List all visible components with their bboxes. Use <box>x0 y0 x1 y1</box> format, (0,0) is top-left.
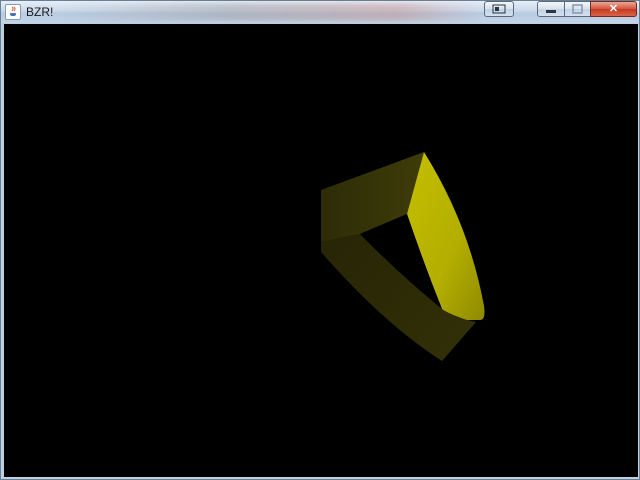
window-title: BZR! <box>26 5 54 19</box>
minimize-button[interactable] <box>537 1 565 17</box>
title-bar[interactable]: BZR! ✕ <box>1 1 639 23</box>
maximize-icon <box>572 4 583 14</box>
window-switch-button[interactable] <box>484 1 514 17</box>
java-cup-icon[interactable] <box>5 4 21 20</box>
maximize-button[interactable] <box>564 1 591 17</box>
close-button[interactable]: ✕ <box>590 1 637 17</box>
close-icon: ✕ <box>608 3 619 15</box>
title-bar-background <box>61 3 481 21</box>
yellow-ring-shape <box>321 152 485 361</box>
render-viewport[interactable] <box>4 24 638 477</box>
window-switch-icon <box>492 4 506 14</box>
app-window: BZR! ✕ <box>0 0 640 480</box>
minimize-icon <box>546 10 556 13</box>
scene-canvas <box>321 152 485 361</box>
